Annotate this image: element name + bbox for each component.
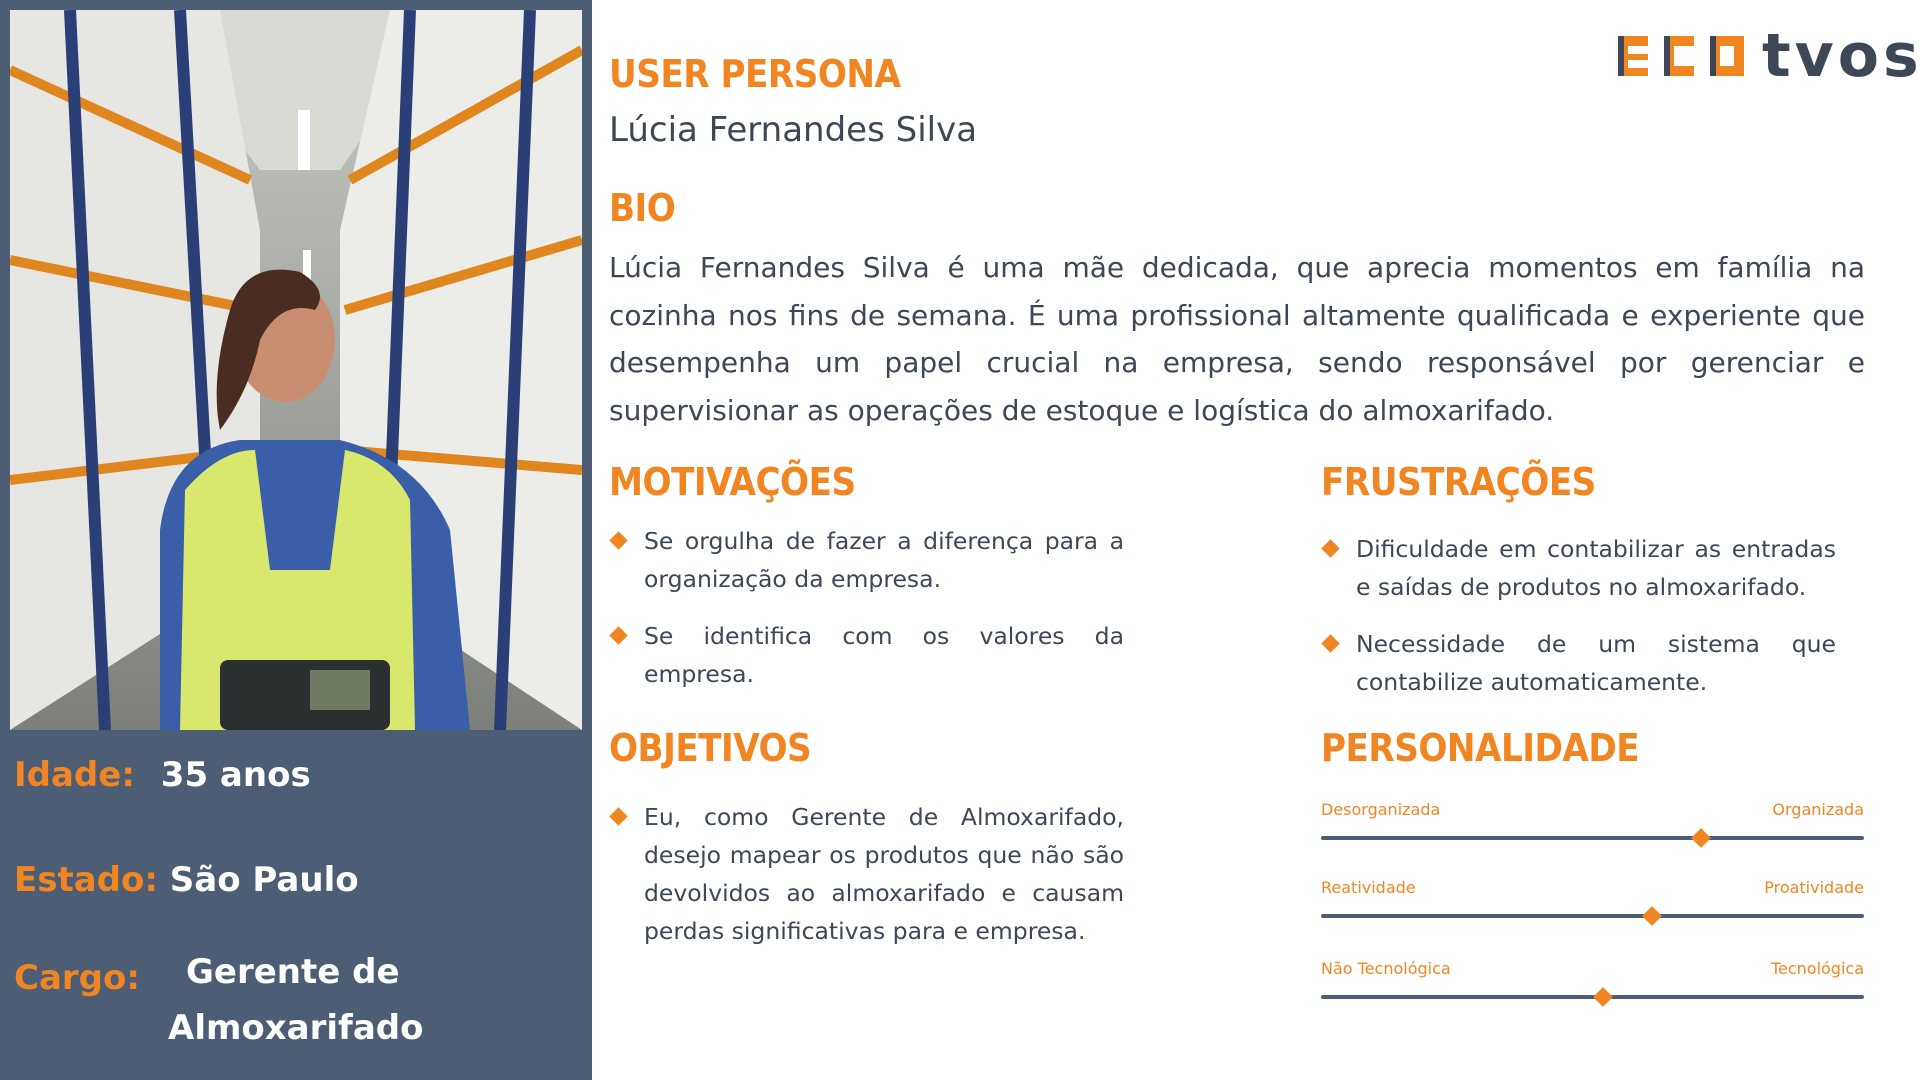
scale-left-label: Não Tecnológica	[1321, 959, 1451, 978]
scale-right-label: Proatividade	[1764, 878, 1864, 897]
warehouse-worker-photo	[10, 10, 582, 730]
motivations-list: Se orgulha de fazer a diferença para a o…	[609, 522, 1124, 693]
page-title: USER PERSONA	[609, 52, 901, 96]
frustrations-list: Dificuldade em contabilizar as entradas …	[1321, 530, 1836, 701]
objectives-list: Eu, como Gerente de Almoxarifado, desejo…	[609, 798, 1124, 950]
state-value: São Paulo	[169, 860, 359, 900]
scale-marker-icon	[1593, 987, 1614, 1007]
scale-track	[1321, 914, 1864, 918]
list-item: Se identifica com os valores da empresa.	[609, 617, 1124, 693]
diamond-bullet-icon	[609, 626, 628, 645]
eco-blocks-logo-icon	[1618, 36, 1744, 76]
state-label: Estado:	[14, 860, 158, 900]
role-label-row: Cargo:	[14, 958, 140, 998]
motivations-heading: MOTIVAÇÕES	[609, 460, 856, 504]
scale-left-label: Desorganizada	[1321, 800, 1441, 819]
role-value-line2: Almoxarifado	[168, 1008, 424, 1048]
age-row: Idade: 35 anos	[14, 755, 311, 795]
objectives-heading: OBJETIVOS	[609, 726, 812, 770]
list-item: Dificuldade em contabilizar as entradas …	[1321, 530, 1836, 606]
logo-text: tvos	[1762, 21, 1920, 91]
age-value: 35 anos	[160, 755, 311, 795]
scale-track	[1321, 836, 1864, 840]
persona-photo	[10, 10, 582, 730]
scale-right-label: Tecnológica	[1770, 959, 1864, 978]
persona-name: Lúcia Fernandes Silva	[609, 110, 978, 150]
list-item: Necessidade de um sistema que contabiliz…	[1321, 625, 1836, 701]
bio-text: Lúcia Fernandes Silva é uma mãe dedicada…	[609, 251, 1865, 427]
scale-left-label: Reatividade	[1321, 878, 1416, 897]
list-item: Eu, como Gerente de Almoxarifado, desejo…	[609, 798, 1124, 950]
diamond-bullet-icon	[609, 807, 628, 826]
personality-heading: PERSONALIDADE	[1321, 726, 1640, 770]
frustrations-heading: FRUSTRAÇÕES	[1321, 460, 1596, 504]
role-label: Cargo:	[14, 958, 140, 998]
diamond-bullet-icon	[1321, 539, 1340, 558]
diamond-bullet-icon	[1321, 634, 1340, 653]
state-row: Estado: São Paulo	[14, 860, 359, 900]
profile-panel: Idade: 35 anos Estado: São Paulo Cargo: …	[0, 0, 592, 1080]
bio-heading: BIO	[609, 186, 676, 230]
scale-marker-icon	[1642, 906, 1663, 926]
personality-scale: Não Tecnológica Tecnológica	[1321, 959, 1864, 1007]
scale-right-label: Organizada	[1772, 800, 1864, 819]
list-item: Se orgulha de fazer a diferença para a o…	[609, 522, 1124, 598]
role-value-line1: Gerente de	[186, 952, 400, 992]
diamond-bullet-icon	[609, 531, 628, 550]
scale-marker-icon	[1691, 828, 1711, 848]
personality-scale: Reatividade Proatividade	[1321, 878, 1864, 926]
age-label: Idade:	[14, 755, 135, 795]
ecotivos-logo: tvos	[1618, 21, 1920, 91]
personality-scale: Desorganizada Organizada	[1321, 800, 1864, 848]
